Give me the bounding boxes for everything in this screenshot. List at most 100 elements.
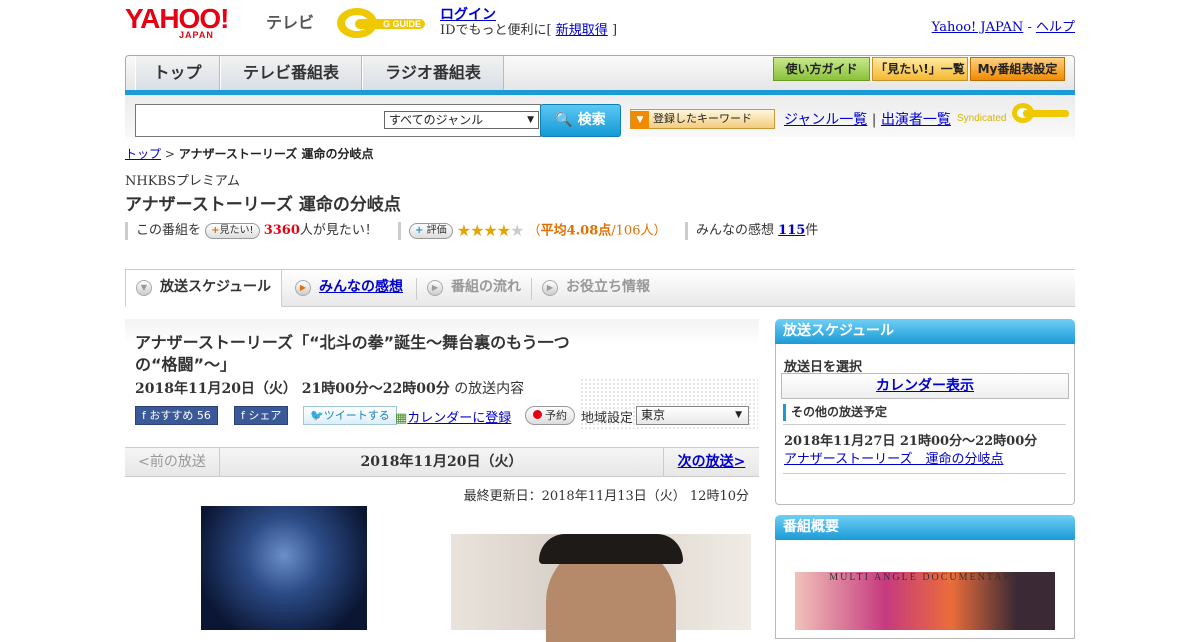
tab-program-flow[interactable]: ▶ 番組の流れ	[427, 270, 521, 306]
tweet-button[interactable]: 🐦ツイートする	[303, 406, 397, 425]
other-broadcasts-title: その他の放送予定	[783, 404, 887, 421]
hair-shape	[539, 534, 683, 564]
yahoo-logo-sub: JAPAN	[179, 30, 214, 40]
interviewee-photo	[451, 534, 751, 642]
tweet-label: ツイートする	[323, 409, 390, 422]
region-select[interactable]: 東京	[636, 406, 749, 425]
breadcrumb: トップ > アナザーストーリーズ 運命の分岐点	[125, 145, 373, 162]
tab-program-flow-label: 番組の流れ	[451, 279, 521, 295]
other-broadcast-link[interactable]: アナザーストーリーズ 運命の分岐点	[784, 448, 1003, 467]
gguide-logo: G GUIDE	[337, 8, 425, 38]
hokuto-no-ken-image	[201, 506, 367, 630]
search-links-separator: |	[871, 112, 877, 128]
want-button-label: 見たい!	[219, 224, 254, 236]
keyword-button-label: 登録したキーワード	[653, 112, 752, 125]
usage-guide-button[interactable]: 使い方ガイド	[773, 57, 870, 81]
chevron-right-icon: ▶	[427, 280, 443, 296]
search-button[interactable]: 🔍 検索	[540, 104, 621, 137]
facebook-recommend-button[interactable]: f おすすめ 56	[135, 406, 218, 425]
tab-useful-info[interactable]: ▶ お役立ち情報	[542, 270, 650, 306]
tab-useful-info-label: お役立ち情報	[566, 279, 650, 295]
tab-impressions[interactable]: ▶ みんなの感想	[295, 270, 403, 306]
rating-stat: + 評価 ★★★★★ （平均4.08点/106人）	[398, 222, 666, 240]
facebook-icon: f	[142, 409, 146, 422]
search-icon: 🔍	[555, 112, 573, 128]
help-link[interactable]: ヘルプ	[1036, 20, 1075, 35]
calendar-register[interactable]: ▦カレンダーに登録	[395, 407, 511, 426]
cast-list-link[interactable]: 出演者一覧	[881, 112, 951, 128]
chevron-right-icon: ▶	[542, 280, 558, 296]
sidebar-overview-title: 番組概要	[775, 515, 1075, 540]
rating-count: /106人）	[611, 223, 667, 239]
calendar-view-button[interactable]: カレンダー表示	[781, 373, 1069, 399]
registered-keyword-button[interactable]: ▼ 登録したキーワード	[630, 109, 775, 129]
nav-tab-top[interactable]: トップ	[135, 56, 220, 90]
prev-broadcast: <前の放送	[125, 448, 220, 476]
facebook-recommend-label: おすすめ	[149, 409, 194, 422]
reserve-label: 予約	[545, 409, 567, 422]
impressions-count-link[interactable]: 115	[778, 223, 805, 238]
calendar-icon: ▦	[395, 411, 408, 426]
want-button[interactable]: +見たい!	[205, 222, 260, 239]
facebook-recommend-count: 56	[196, 409, 211, 422]
impressions-stat: みんなの感想 115件	[685, 222, 818, 240]
facebook-share-button[interactable]: f シェア	[234, 406, 289, 425]
nav-tab-radio-schedule[interactable]: ラジオ番組表	[362, 56, 504, 90]
facebook-icon: f	[241, 409, 245, 422]
dropdown-arrow-icon: ▼	[631, 111, 649, 129]
tab-schedule[interactable]: ▼ 放送スケジュール	[125, 269, 283, 307]
star-empty-icon: ★	[510, 221, 524, 240]
breadcrumb-top-link[interactable]: トップ	[125, 147, 161, 161]
want-suffix: 人が見たい！	[299, 223, 378, 238]
genre-list-link[interactable]: ジャンル一覧	[784, 112, 867, 128]
my-schedule-settings-button[interactable]: My番組表設定	[970, 57, 1065, 81]
star-icon: ★	[483, 221, 497, 240]
genre-select[interactable]: すべてのジャンル	[384, 111, 539, 129]
overview-image-text: MULTI ANGLE DOCUMENTARY	[829, 572, 1021, 583]
chevron-right-icon: ▶	[295, 280, 311, 296]
pager-date: 2018年11月20日（火）	[360, 454, 523, 470]
other-broadcast-date: 2018年11月27日 21時00分～22時00分	[784, 434, 1038, 449]
breadcrumb-separator: >	[164, 147, 175, 161]
yahoo-japan-logo[interactable]: YAHOO! JAPAN	[125, 4, 229, 41]
last-updated: 最終更新日：2018年11月13日（火） 12時10分	[463, 489, 749, 504]
page: YAHOO! JAPAN テレビ G GUIDE ログイン IDでもっと便利に[…	[125, 0, 1075, 642]
tab-schedule-label: 放送スケジュール	[160, 279, 272, 295]
episode-date: 2018年11月20日（火） 21時00分～22時00分 の放送内容	[135, 378, 524, 398]
reserve-button[interactable]: 予約	[525, 406, 575, 425]
episode-date-suffix: の放送内容	[454, 381, 525, 397]
divider	[783, 473, 1066, 474]
tab-impressions-label: みんなの感想	[319, 279, 403, 295]
want-list-button[interactable]: 「見たい!」一覧	[872, 57, 968, 81]
star-icon: ★	[496, 221, 511, 240]
program-tabs: ▼ 放送スケジュール ▶ みんなの感想 ▶ 番組の流れ ▶ お役立ち情報	[125, 269, 1075, 307]
login-sub-text: IDでもっと便利に[	[440, 23, 552, 38]
facebook-share-label: シェア	[248, 409, 282, 422]
star-icon: ★	[456, 221, 471, 240]
impressions-suffix: 件	[805, 223, 819, 238]
search-links: ジャンル一覧 | 出演者一覧	[784, 109, 951, 129]
broadcast-pager: <前の放送 2018年11月20日（火） 次の放送>	[125, 447, 759, 477]
calendar-register-link[interactable]: カレンダーに登録	[407, 411, 511, 426]
page-title: アナザーストーリーズ 運命の分岐点	[125, 195, 401, 215]
plus-icon: +	[211, 224, 220, 236]
sidebar-schedule-title: 放送スケジュール	[775, 319, 1075, 344]
top-links-separator: -	[1027, 20, 1032, 35]
gguide-small-logo	[1012, 103, 1069, 123]
impressions-prefix: みんなの感想	[696, 223, 775, 238]
plus-icon: +	[415, 225, 424, 236]
next-broadcast-link[interactable]: 次の放送>	[663, 448, 759, 476]
episode-title: アナザーストーリーズ「“北斗の拳”誕生～舞台裏のもう一つの“格闘”～」	[135, 333, 570, 374]
rating-paren: （	[527, 223, 541, 239]
login-sub: IDでもっと便利に[ 新規取得 ]	[440, 19, 617, 38]
yahoo-japan-link[interactable]: Yahoo! JAPAN	[932, 20, 1024, 35]
syndicated-label: Syndicated	[957, 113, 1007, 124]
rate-button[interactable]: + 評価	[409, 223, 453, 239]
want-count: 3360	[263, 223, 300, 238]
episode-date-value: 2018年11月20日（火） 21時00分～22時00分	[135, 381, 450, 397]
signup-link[interactable]: 新規取得	[556, 23, 608, 38]
login-sub-bracket: ]	[611, 23, 618, 38]
nav-tab-tv-schedule[interactable]: テレビ番組表	[220, 56, 362, 90]
top-links: Yahoo! JAPAN - ヘルプ	[932, 16, 1075, 35]
twitter-icon: 🐦	[310, 409, 324, 422]
